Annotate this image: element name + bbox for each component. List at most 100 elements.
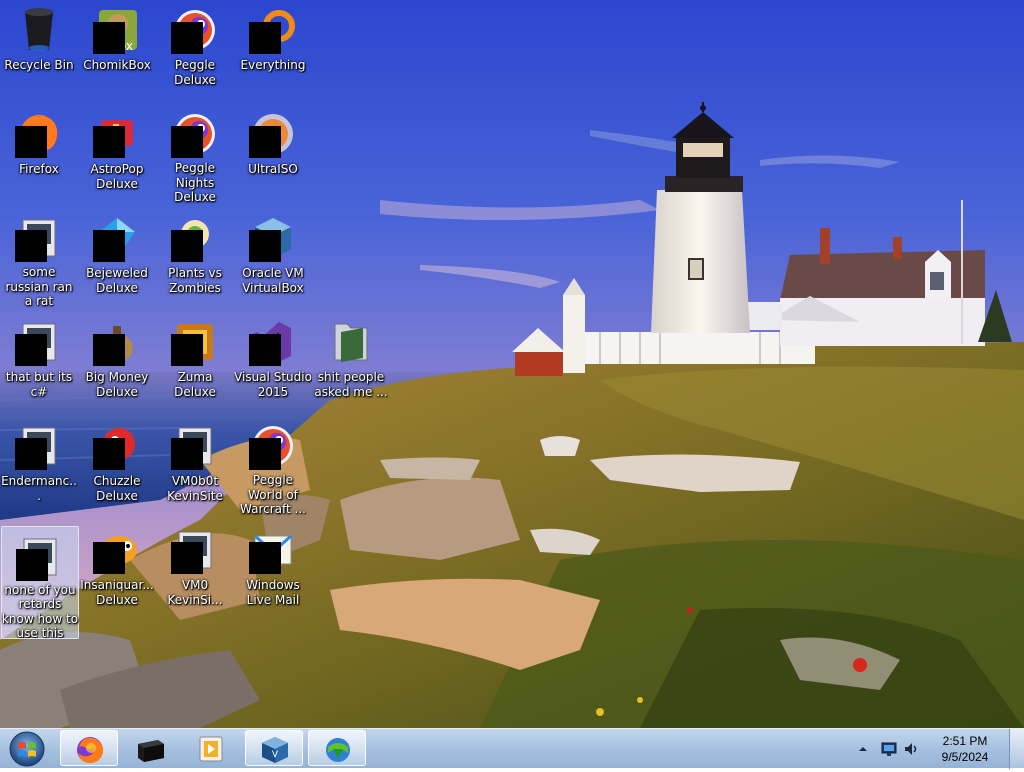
- media-player-icon: [199, 736, 223, 762]
- redaction-block: [93, 334, 125, 366]
- taskbar-terminal-button[interactable]: [121, 730, 179, 766]
- desktop-icon-vm0-kevinsi[interactable]: VM0 KevinSi...: [156, 520, 234, 620]
- desktop-icon-vm0b0t-kevinsite[interactable]: VM0b0t KevinSite: [156, 416, 234, 516]
- desktop-icon-image: [93, 214, 141, 262]
- desktop-icon-label: Zuma Deluxe: [174, 370, 216, 399]
- desktop-icon-some-russian-ran-a-rat[interactable]: some russian ran a rat: [0, 208, 78, 308]
- desktop-icon-label: Firefox: [19, 162, 59, 176]
- terminal-icon: [138, 740, 164, 762]
- windows-logo-icon: [9, 731, 45, 767]
- redaction-block: [249, 22, 281, 54]
- folder-icon: [334, 323, 368, 362]
- desktop[interactable]: Recycle Bin ox ChomikBox Peggle Deluxe Every…: [0, 0, 1024, 728]
- redaction-block: [249, 334, 281, 366]
- desktop-icon-label: Bejeweled Deluxe: [86, 266, 148, 295]
- volume-icon[interactable]: [902, 740, 920, 758]
- desktop-icon-image: [249, 6, 297, 54]
- desktop-icon-that-but-its-c[interactable]: that but its c#: [0, 312, 78, 412]
- desktop-icon-image: [249, 526, 297, 574]
- desktop-icon-label: UltraISO: [248, 162, 298, 176]
- redaction-block: [171, 334, 203, 366]
- clock-time: 2:51 PM: [942, 734, 988, 748]
- desktop-icon-bejeweled-deluxe[interactable]: Bejeweled Deluxe: [78, 208, 156, 308]
- desktop-icon-image: [93, 422, 141, 470]
- desktop-icon-image: [249, 110, 297, 158]
- taskbar-media-player-button[interactable]: [182, 730, 240, 766]
- desktop-icon-image: [171, 318, 219, 366]
- desktop-icon-label: some russian ran a rat: [5, 265, 73, 308]
- redaction-block: [249, 126, 281, 158]
- desktop-icon-label: Oracle VM VirtualBox: [242, 266, 304, 295]
- desktop-icon-oracle-vm-virtualbox[interactable]: Oracle VM VirtualBox: [234, 208, 312, 308]
- desktop-icon-image: [171, 214, 219, 262]
- desktop-icon-image: [15, 214, 63, 262]
- desktop-icon-label: none of you retards know how to use this: [1, 582, 79, 638]
- desktop-icon-chomikbox[interactable]: ox ChomikBox: [78, 0, 156, 100]
- network-icon[interactable]: [880, 741, 898, 757]
- desktop-icon-image: [171, 422, 219, 470]
- taskbar: V 2:51 PM 9/5/2024: [0, 728, 1024, 769]
- desktop-icon-peggle-world-of-warcraft[interactable]: Peggle World of Warcraft ...: [234, 416, 312, 516]
- desktop-icon-zuma-deluxe[interactable]: Zuma Deluxe: [156, 312, 234, 412]
- desktop-icon-big-money-deluxe[interactable]: Big Money Deluxe: [78, 312, 156, 412]
- desktop-icon-label: Recycle Bin: [4, 58, 74, 72]
- desktop-icon-insaniquar-deluxe[interactable]: Insaniquar... Deluxe: [78, 520, 156, 620]
- desktop-icon-image: [93, 526, 141, 574]
- clock[interactable]: 2:51 PM 9/5/2024: [934, 733, 996, 765]
- show-desktop-button[interactable]: [1009, 729, 1024, 769]
- desktop-icon-ultraiso[interactable]: UltraISO: [234, 104, 312, 204]
- show-hidden-icons-icon[interactable]: [858, 744, 868, 754]
- redaction-block: [93, 22, 125, 54]
- redaction-block: [171, 438, 203, 470]
- desktop-icon-endermanc[interactable]: Endermanc...: [0, 416, 78, 516]
- firefox-icon: [77, 737, 104, 763]
- desktop-icon-recycle-bin[interactable]: Recycle Bin: [0, 0, 78, 100]
- desktop-icon-label: Peggle World of Warcraft ...: [240, 473, 306, 516]
- redaction-block: [249, 230, 281, 262]
- desktop-icon-image: [93, 318, 141, 366]
- desktop-icon-firefox[interactable]: Firefox: [0, 104, 78, 204]
- desktop-icon-label: VM0 KevinSi...: [167, 578, 223, 607]
- taskbar-download-manager-button[interactable]: [308, 730, 366, 766]
- desktop-icon-label: AstroPop Deluxe: [90, 162, 144, 191]
- desktop-icon-windows-live-mail[interactable]: Windows Live Mail: [234, 520, 312, 620]
- desktop-icon-astropop-deluxe[interactable]: AstroPop Deluxe: [78, 104, 156, 204]
- desktop-icon-peggle-deluxe[interactable]: Peggle Deluxe: [156, 0, 234, 100]
- desktop-icon-label: Peggle Nights Deluxe: [174, 161, 216, 204]
- desktop-icon-label: Peggle Deluxe: [174, 58, 216, 87]
- redaction-block: [249, 542, 281, 574]
- redaction-block: [15, 334, 47, 366]
- desktop-icon-visual-studio-2015[interactable]: Visual Studio 2015: [234, 312, 312, 412]
- desktop-icon-image: ox: [93, 6, 141, 54]
- desktop-icon-label: Insaniquar... Deluxe: [80, 578, 154, 607]
- desktop-icon-label: ChomikBox: [83, 58, 151, 72]
- desktop-icon-image: [171, 6, 219, 54]
- download-manager-icon: [326, 738, 350, 762]
- desktop-icon-everything[interactable]: Everything: [234, 0, 312, 100]
- clock-date: 9/5/2024: [941, 750, 989, 764]
- desktop-icon-label: Big Money Deluxe: [85, 370, 149, 399]
- desktop-icon-image: [15, 6, 63, 54]
- desktop-icon-peggle-nights-deluxe[interactable]: Peggle Nights Deluxe: [156, 104, 234, 204]
- desktop-icon-label: Endermanc...: [1, 474, 77, 503]
- redaction-block: [171, 542, 203, 574]
- desktop-icon-image: [15, 318, 63, 366]
- redaction-block: [93, 438, 125, 470]
- desktop-icon-label: Visual Studio 2015: [234, 370, 312, 399]
- taskbar-firefox-button[interactable]: [60, 730, 118, 766]
- desktop-icon-image: [327, 318, 375, 366]
- desktop-icon-none-of-you-retards-know-how-to-use-this[interactable]: none of you retards know how to use this: [1, 526, 79, 639]
- desktop-icon-plants-vs-zombies[interactable]: Plants vs Zombies: [156, 208, 234, 308]
- desktop-icon-label: VM0b0t KevinSite: [167, 474, 223, 503]
- start-button[interactable]: [4, 730, 50, 768]
- desktop-icon-image: [249, 422, 297, 470]
- virtualbox-icon: V: [262, 737, 288, 763]
- desktop-icon-chuzzle-deluxe[interactable]: Chuzzle Deluxe: [78, 416, 156, 516]
- taskbar-virtualbox-button[interactable]: V: [245, 730, 303, 766]
- desktop-icon-image: [93, 110, 141, 158]
- desktop-icon-image: [249, 214, 297, 262]
- desktop-icon-shit-people-asked-me[interactable]: shit people asked me ...: [312, 312, 390, 412]
- redaction-block: [15, 438, 47, 470]
- desktop-icon-image: [249, 318, 297, 366]
- redaction-block: [249, 438, 281, 470]
